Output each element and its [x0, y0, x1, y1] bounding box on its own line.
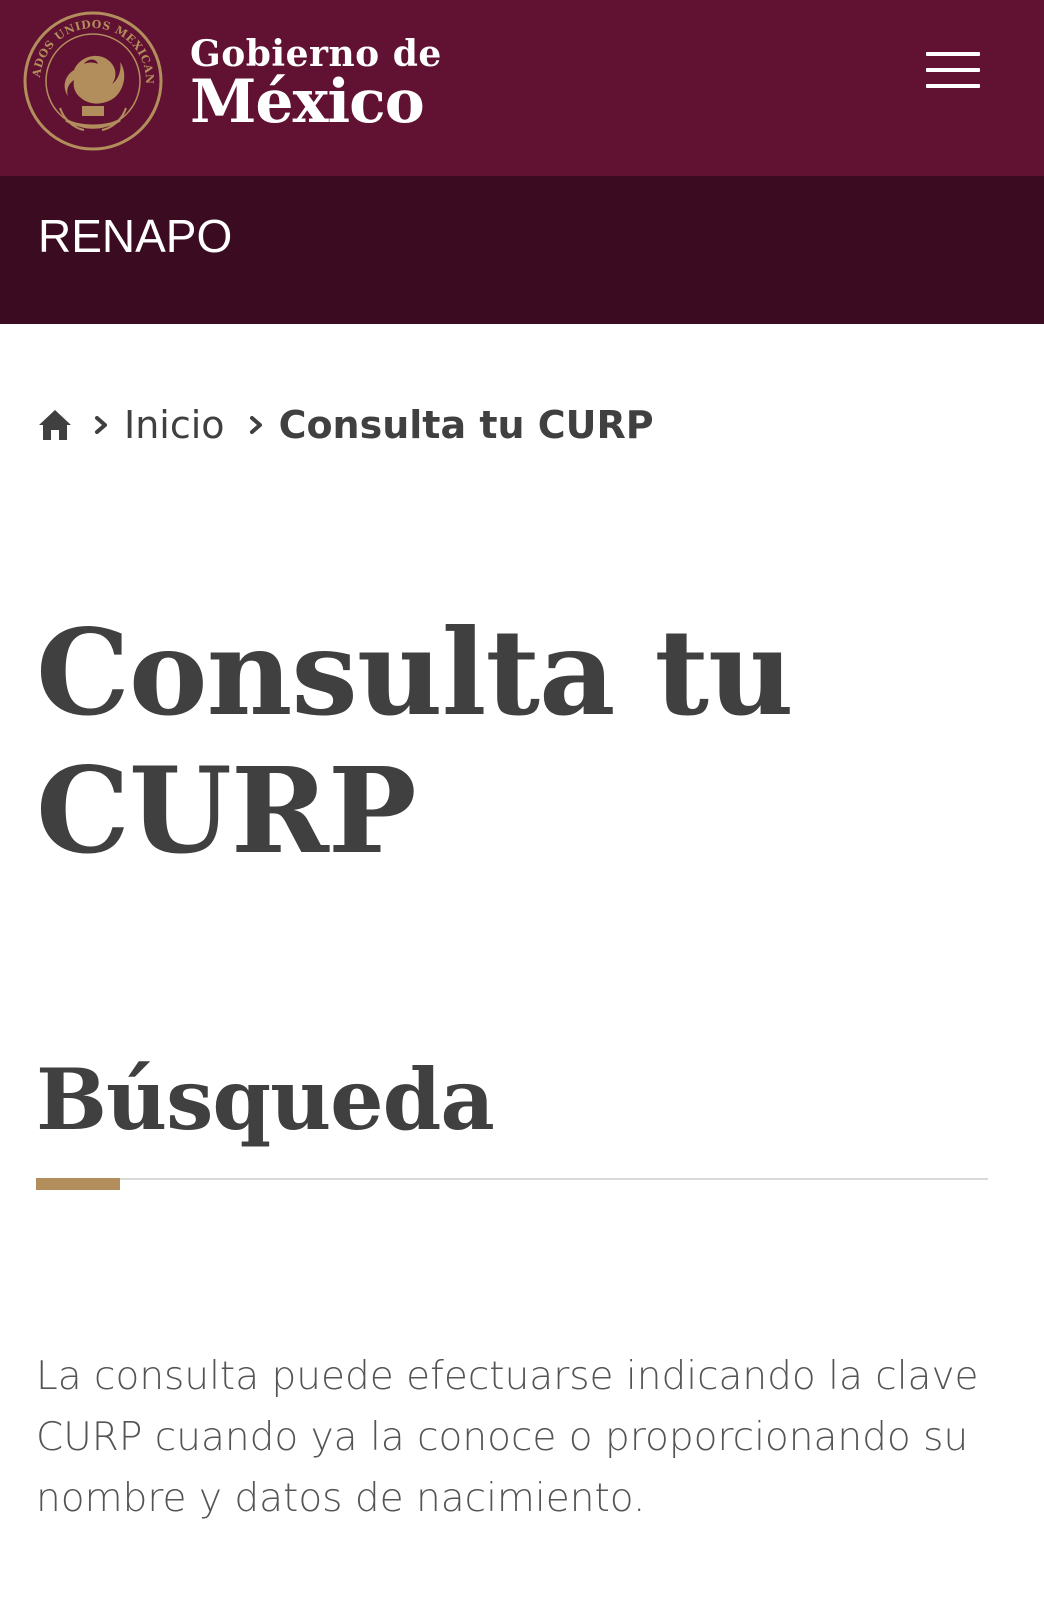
chevron-right-icon [249, 416, 262, 434]
menu-bar-3 [926, 84, 980, 88]
section-divider-accent [36, 1178, 120, 1190]
brand-logo[interactable]: Gobierno de México [190, 34, 442, 132]
breadcrumb: Inicio Consulta tu CURP [36, 400, 654, 450]
menu-bar-2 [926, 68, 980, 72]
home-icon[interactable] [36, 406, 74, 444]
agency-title[interactable]: RENAPO [38, 206, 232, 266]
hamburger-menu-icon[interactable] [926, 50, 980, 90]
sub-header-bar: RENAPO [0, 176, 1044, 324]
breadcrumb-link-inicio[interactable]: Inicio [124, 403, 225, 447]
menu-bar-1 [926, 52, 980, 56]
page-title: Consulta tu CURP [36, 603, 794, 880]
breadcrumb-current-page: Consulta tu CURP [278, 403, 654, 447]
section-divider [36, 1178, 988, 1180]
chevron-right-icon [95, 416, 107, 434]
brand-line-mexico: México [190, 67, 425, 137]
top-header-bar: ESTADOS UNIDOS MEXICANOS Gobierno de Méx… [0, 0, 1044, 176]
section-title-busqueda: Búsqueda [36, 1050, 495, 1149]
mexican-coat-of-arms-seal-icon[interactable]: ESTADOS UNIDOS MEXICANOS [22, 10, 164, 152]
search-description: La consulta puede efectuarse indicando l… [36, 1354, 979, 1521]
